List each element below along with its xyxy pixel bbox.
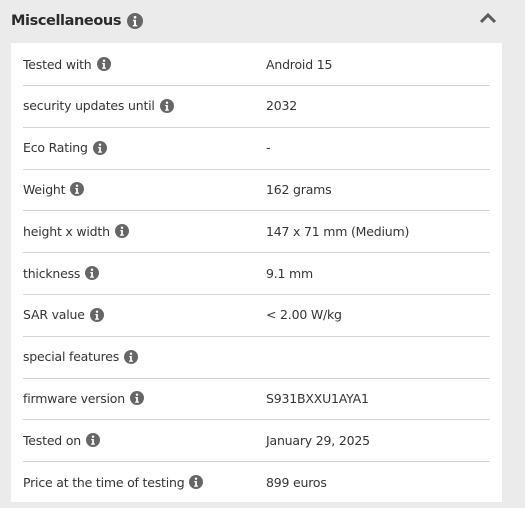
- spec-label-wrap: height x width: [23, 224, 266, 239]
- spec-label: Price at the time of testing: [23, 474, 185, 490]
- spec-row: SAR value < 2.00 W/kg: [23, 294, 490, 337]
- info-circle-icon[interactable]: [70, 182, 85, 197]
- info-circle-icon[interactable]: [96, 57, 111, 71]
- spec-row: security updates until 2032: [23, 85, 490, 128]
- spec-label-wrap: SAR value: [23, 307, 266, 322]
- info-circle-icon[interactable]: [189, 475, 204, 489]
- spec-row: Weight 162 grams: [23, 168, 490, 212]
- info-circle-icon[interactable]: [114, 224, 129, 239]
- spec-value: 147 x 71 mm (Medium): [266, 223, 410, 239]
- spec-label-wrap: thickness: [23, 266, 266, 281]
- info-circle-icon[interactable]: [129, 391, 144, 406]
- info-circle-icon[interactable]: [127, 13, 144, 29]
- spec-label: special features: [23, 349, 120, 365]
- section-title-wrap: Miscellaneous: [11, 13, 144, 29]
- info-circle-icon[interactable]: [92, 140, 107, 155]
- spec-label-wrap: Eco Rating: [23, 140, 266, 155]
- spec-value: 899 euros: [266, 474, 327, 490]
- spec-label: Tested on: [23, 432, 81, 448]
- spec-label: security updates until: [23, 98, 155, 114]
- spec-row: Price at the time of testing 899 euros: [23, 461, 490, 503]
- info-circle-icon[interactable]: [124, 349, 139, 364]
- spec-label: SAR value: [23, 307, 85, 323]
- spec-label-wrap: Tested with: [23, 57, 266, 72]
- spec-label: Eco Rating: [23, 140, 88, 156]
- spec-label: height x width: [23, 223, 110, 239]
- spec-label-wrap: Price at the time of testing: [23, 475, 266, 490]
- info-circle-icon[interactable]: [159, 98, 174, 113]
- spec-label-wrap: special features: [23, 349, 266, 364]
- spec-value: S931BXXU1AYA1: [266, 390, 369, 406]
- info-circle-icon[interactable]: [85, 433, 100, 448]
- spec-row: firmware version S931BXXU1AYA1: [23, 377, 490, 421]
- spec-table: Tested with Android 15 security updates …: [11, 43, 502, 502]
- spec-row: thickness 9.1 mm: [23, 252, 490, 295]
- section-title: Miscellaneous: [11, 13, 122, 29]
- info-circle-icon[interactable]: [89, 307, 104, 322]
- spec-label-wrap: firmware version: [23, 391, 266, 406]
- spec-value: < 2.00 W/kg: [266, 307, 342, 323]
- section-header[interactable]: Miscellaneous: [11, 0, 501, 42]
- spec-value: January 29, 2025: [266, 432, 370, 448]
- spec-value: -: [266, 140, 271, 156]
- spec-label: Tested with: [23, 56, 92, 72]
- spec-value: Android 15: [266, 56, 333, 72]
- info-circle-icon[interactable]: [85, 266, 100, 280]
- spec-label: thickness: [23, 265, 81, 281]
- spec-row: Tested with Android 15: [23, 43, 490, 86]
- spec-value: 9.1 mm: [266, 265, 314, 281]
- spec-value: 162 grams: [266, 181, 332, 197]
- spec-row: special features: [23, 336, 490, 379]
- spec-label: Weight: [23, 181, 66, 197]
- spec-row: Tested on January 29, 2025: [23, 419, 490, 463]
- spec-label-wrap: Weight: [23, 182, 266, 197]
- spec-label-wrap: security updates until: [23, 98, 266, 113]
- spec-row: Eco Rating -: [23, 127, 490, 170]
- spec-label: firmware version: [23, 390, 125, 406]
- chevron-up-icon[interactable]: [479, 10, 497, 24]
- spec-value: 2032: [266, 98, 298, 114]
- spec-row: height x width 147 x 71 mm (Medium): [23, 210, 490, 254]
- spec-label-wrap: Tested on: [23, 433, 266, 448]
